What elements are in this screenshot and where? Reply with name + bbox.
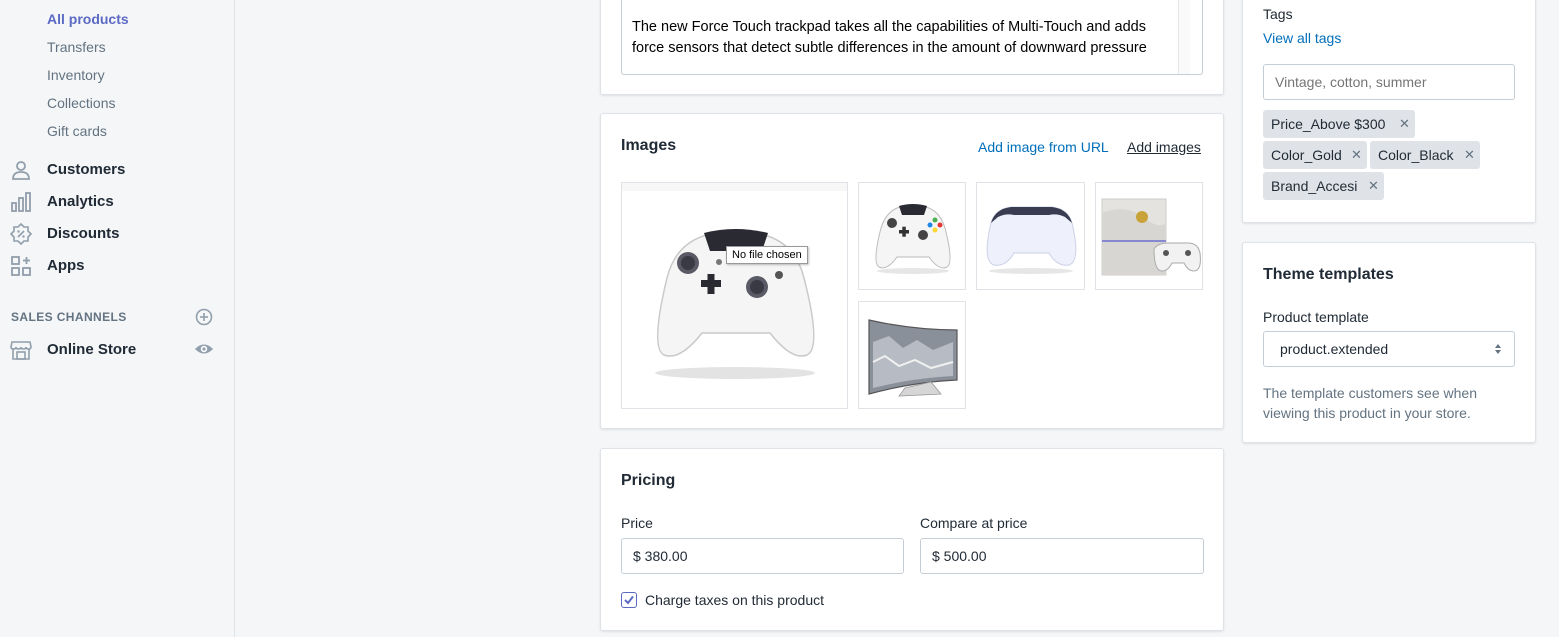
sidebar-item-label: Customers <box>47 161 126 178</box>
ps4-bundle-image <box>1101 198 1201 276</box>
sidebar: All products Transfers Inventory Collect… <box>0 0 235 637</box>
view-all-tags-link[interactable]: View all tags <box>1263 30 1341 46</box>
price-input[interactable]: $ 380.00 <box>621 538 904 574</box>
product-image-main[interactable] <box>621 182 848 409</box>
add-circle-icon[interactable] <box>194 307 214 327</box>
remove-tag-icon[interactable]: ✕ <box>1464 141 1475 169</box>
sidebar-item-label: Analytics <box>47 193 114 210</box>
tag-chip: Color_Black ✕ <box>1370 141 1480 169</box>
product-image-thumbnail[interactable] <box>858 301 966 409</box>
sidebar-item-collections[interactable]: Collections <box>47 95 115 111</box>
select-arrows-icon <box>1495 344 1501 354</box>
theme-templates-title: Theme templates <box>1263 266 1394 283</box>
sidebar-item-analytics[interactable]: Analytics <box>0 187 235 217</box>
remove-tag-icon[interactable]: ✕ <box>1399 110 1410 138</box>
add-image-from-url-link[interactable]: Add image from URL <box>978 139 1109 155</box>
discount-badge-icon <box>10 223 32 245</box>
sidebar-item-inventory[interactable]: Inventory <box>47 67 105 83</box>
tags-title: Tags <box>1263 6 1293 22</box>
sidebar-item-label: Apps <box>47 257 85 274</box>
description-text: The new Force Touch trackpad takes all t… <box>632 19 1147 56</box>
tag-label: Color_Gold <box>1271 147 1342 163</box>
sidebar-item-gift-cards[interactable]: Gift cards <box>47 123 107 139</box>
curved-tv-image <box>868 319 958 397</box>
controller-small-image <box>875 204 951 274</box>
sidebar-item-discounts[interactable]: Discounts <box>0 219 235 249</box>
person-icon <box>12 161 30 180</box>
sidebar-item-apps[interactable]: Apps <box>0 251 235 281</box>
store-icon <box>10 341 32 360</box>
apps-grid-icon <box>11 256 31 276</box>
charge-taxes-checkbox[interactable] <box>621 592 637 608</box>
product-template-value: product.extended <box>1280 341 1389 357</box>
sidebar-item-label: Online Store <box>47 341 137 358</box>
product-template-select[interactable]: product.extended <box>1263 331 1515 367</box>
sidebar-item-all-products[interactable]: All products <box>47 11 129 27</box>
charge-taxes-label[interactable]: Charge taxes on this product <box>645 592 824 608</box>
product-template-label: Product template <box>1263 309 1369 325</box>
bar-chart-icon <box>11 192 31 212</box>
editor-scrollbar[interactable] <box>1178 0 1190 74</box>
eye-icon[interactable] <box>194 340 214 358</box>
tag-label: Brand_Accesi <box>1271 178 1358 194</box>
tag-label: Price_Above $300 <box>1271 116 1386 132</box>
checkmark-icon <box>624 595 634 605</box>
sidebar-item-label: Discounts <box>47 225 120 242</box>
sidebar-item-customers[interactable]: Customers <box>0 155 235 185</box>
tag-chip: Price_Above $300 ✕ <box>1263 110 1415 138</box>
product-template-help: The template customers see when viewing … <box>1263 385 1477 421</box>
compare-at-price-label: Compare at price <box>920 515 1028 531</box>
tag-chip: Color_Gold ✕ <box>1263 141 1367 169</box>
remove-tag-icon[interactable]: ✕ <box>1351 141 1362 169</box>
sidebar-item-transfers[interactable]: Transfers <box>47 39 106 55</box>
add-images-link[interactable]: Add images <box>1127 139 1201 155</box>
compare-at-price-input[interactable]: $ 500.00 <box>920 538 1204 574</box>
product-image-thumbnail[interactable] <box>976 182 1085 290</box>
controller-image <box>622 183 847 379</box>
description-card: The new Force Touch trackpad takes all t… <box>600 0 1224 95</box>
file-input-tooltip: No file chosen <box>726 246 808 264</box>
remove-tag-icon[interactable]: ✕ <box>1368 172 1379 200</box>
tag-label: Color_Black <box>1378 147 1454 163</box>
tags-input[interactable] <box>1263 64 1515 100</box>
description-editor[interactable]: The new Force Touch trackpad takes all t… <box>621 0 1203 75</box>
tag-chip: Brand_Accesi ✕ <box>1263 172 1384 200</box>
pricing-title: Pricing <box>621 472 676 489</box>
ps-controller-image <box>986 206 1077 274</box>
price-label: Price <box>621 515 653 531</box>
images-title: Images <box>621 137 677 154</box>
sales-channels-heading: SALES CHANNELS <box>11 310 127 324</box>
product-image-thumbnail[interactable] <box>858 182 966 290</box>
product-image-thumbnail[interactable] <box>1095 182 1203 290</box>
